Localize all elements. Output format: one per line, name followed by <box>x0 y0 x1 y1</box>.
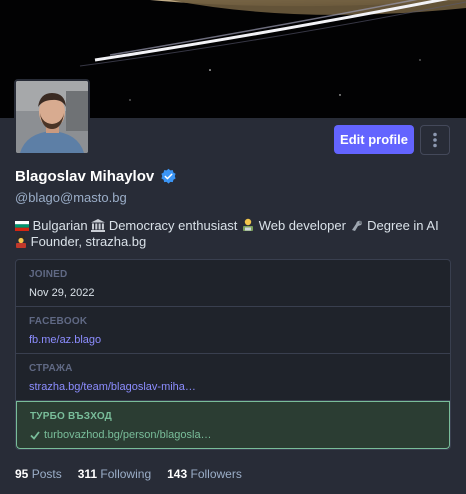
edit-profile-button[interactable]: Edit profile <box>334 125 414 154</box>
field-facebook: FACEBOOK fb.me/az.blago <box>16 307 450 354</box>
turbovazhod-link-text: turbovazhod.bg/person/blagosla… <box>44 429 212 441</box>
check-icon <box>30 430 40 440</box>
field-label: FACEBOOK <box>29 316 88 327</box>
field-label: СТРАЖА <box>29 363 73 374</box>
bio-democracy: Democracy enthusiast <box>108 218 238 233</box>
profile-page: Edit profile Blagoslav Mihaylov @blago@m… <box>0 0 466 494</box>
more-options-button[interactable] <box>420 125 450 155</box>
technologist-icon <box>243 218 254 231</box>
field-label: ТУРБО ВЪЗХОД <box>30 411 113 422</box>
field-label: JOINED <box>29 269 68 280</box>
following-count: 311 <box>77 467 98 481</box>
bio-nationality: Bulgarian <box>32 218 88 233</box>
display-name: Blagoslav Mihaylov <box>15 168 155 185</box>
account-handle: @blago@masto.bg <box>15 190 127 205</box>
field-joined: JOINED Nov 29, 2022 <box>16 260 450 307</box>
turbovazhod-link[interactable]: turbovazhod.bg/person/blagosla… <box>30 429 436 441</box>
posts-count: 95 <box>15 467 29 481</box>
bio-founder: Founder, strazha.bg <box>30 234 147 249</box>
field-strazha: СТРАЖА strazha.bg/team/blagoslav-miha… <box>16 354 450 401</box>
guard-icon <box>16 234 26 248</box>
facebook-link[interactable]: fb.me/az.blago <box>29 334 437 346</box>
profile-bio: Bulgarian Democracy enthusiast Web devel… <box>15 218 445 250</box>
bulgaria-flag-icon <box>15 221 29 231</box>
following-count-link[interactable]: 311 Following <box>78 467 151 481</box>
followers-count: 143 <box>167 467 188 481</box>
followers-count-link[interactable]: 143 Followers <box>167 467 242 481</box>
bio-profession: Web developer <box>258 218 346 233</box>
profile-fields: JOINED Nov 29, 2022 FACEBOOK fb.me/az.bl… <box>15 259 451 450</box>
field-value: Nov 29, 2022 <box>29 287 95 299</box>
bio-degree: Degree in AI <box>367 218 439 233</box>
followers-label: Followers <box>190 467 242 481</box>
strazha-link[interactable]: strazha.bg/team/blagoslav-miha… <box>29 381 437 393</box>
classical-building-icon <box>91 219 106 232</box>
profile-stats: 95 Posts 311 Following 143 Followers <box>15 467 242 481</box>
posts-label: Posts <box>31 467 62 481</box>
following-label: Following <box>100 467 152 481</box>
field-turbo-vazhod: ТУРБО ВЪЗХОД turbovazhod.bg/person/blago… <box>16 401 450 449</box>
verified-badge-icon <box>161 168 176 184</box>
display-name-row: Blagoslav Mihaylov <box>15 168 177 185</box>
avatar[interactable] <box>14 79 90 155</box>
posts-count-link[interactable]: 95 Posts <box>15 467 62 481</box>
kebab-menu-icon <box>433 132 437 148</box>
mechanical-arm-icon <box>351 220 362 231</box>
